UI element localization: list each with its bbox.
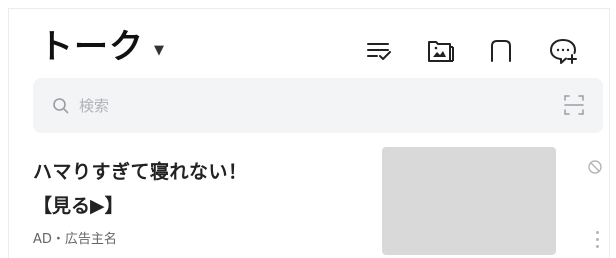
album-folder-icon[interactable] [425,35,457,67]
talk-screen: トーク ▼ 検索 ハマりすぎて寝れない！ 【見る▶】 AD・広告主名 [8,8,610,258]
block-icon[interactable] [587,159,603,175]
ad-list-item[interactable]: ハマりすぎて寝れない！ 【見る▶】 AD・広告主名 [9,147,609,258]
more-vertical-icon[interactable] [593,231,601,253]
new-chat-icon[interactable] [547,35,579,67]
ad-subtitle: 【見る▶】 [33,195,124,217]
page-title: トーク [39,27,144,67]
edit-list-icon[interactable] [363,35,395,67]
ad-label: AD・広告主名 [33,232,117,247]
talk-title-dropdown[interactable]: トーク ▼ [39,27,164,67]
search-bar[interactable] [33,78,603,133]
ad-thumbnail [382,147,556,255]
search-input[interactable] [77,95,511,116]
ad-title: ハマりすぎて寝れない！ [33,161,248,183]
search-icon [51,96,71,116]
qr-scan-icon[interactable] [563,94,585,116]
open-chat-icon[interactable] [485,35,517,67]
caret-down-icon: ▼ [154,42,164,58]
